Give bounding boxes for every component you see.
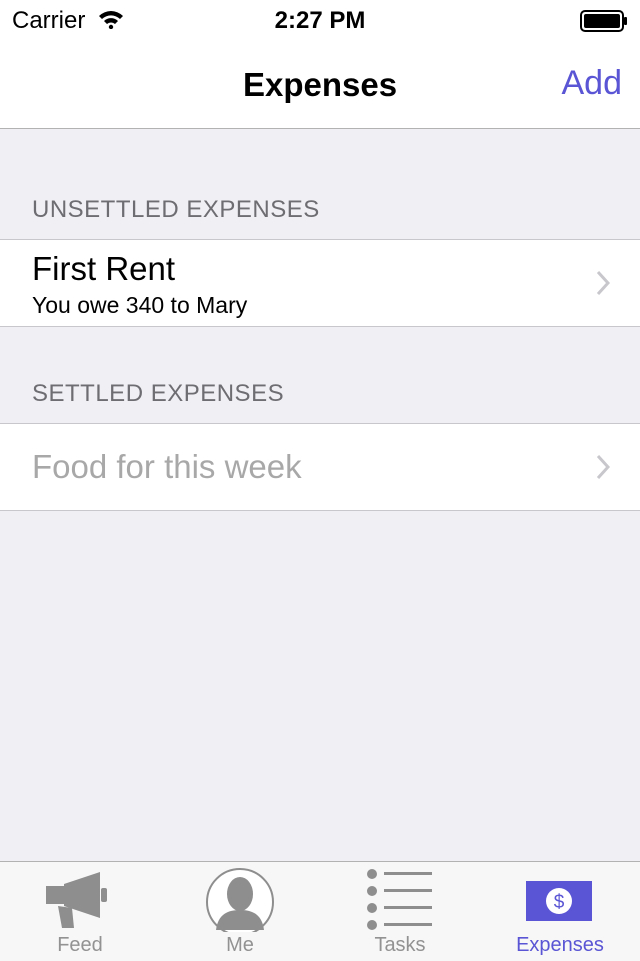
status-bar: Carrier 2:27 PM <box>0 0 640 40</box>
list-icon <box>320 866 480 932</box>
battery-icon <box>580 10 628 37</box>
chevron-right-icon <box>596 454 611 485</box>
person-icon <box>160 866 320 936</box>
tab-me[interactable]: Me <box>160 862 320 961</box>
tab-label: Me <box>226 934 254 956</box>
chevron-right-icon <box>596 270 611 301</box>
megaphone-icon <box>0 866 160 932</box>
add-button[interactable]: Add <box>562 64 623 103</box>
svg-text:$: $ <box>554 892 565 913</box>
tab-label: Feed <box>57 934 103 956</box>
expense-title: First Rent <box>32 250 176 287</box>
tab-label: Tasks <box>374 934 426 956</box>
tab-feed[interactable]: Feed <box>0 862 160 961</box>
dollar-bill-icon: $ <box>480 866 640 932</box>
tab-bar: Feed Me Tasks $ Expenses <box>0 861 640 961</box>
tab-expenses[interactable]: $ Expenses <box>480 862 640 961</box>
navigation-bar: Expenses Add <box>0 40 640 129</box>
tab-label: Expenses <box>516 934 604 956</box>
unsettled-section-header: UNSETTLED EXPENSES <box>32 196 320 223</box>
expense-row-first-rent[interactable]: First Rent You owe 340 to Mary <box>0 239 640 327</box>
page-title: Expenses <box>242 66 398 103</box>
settled-section-header: SETTLED EXPENSES <box>32 380 285 407</box>
tab-tasks[interactable]: Tasks <box>320 862 480 961</box>
status-time: 2:27 PM <box>274 7 366 34</box>
expense-row-food[interactable]: Food for this week <box>0 423 640 511</box>
expense-title: Food for this week <box>32 448 302 485</box>
expense-subtitle: You owe 340 to Mary <box>32 292 248 318</box>
